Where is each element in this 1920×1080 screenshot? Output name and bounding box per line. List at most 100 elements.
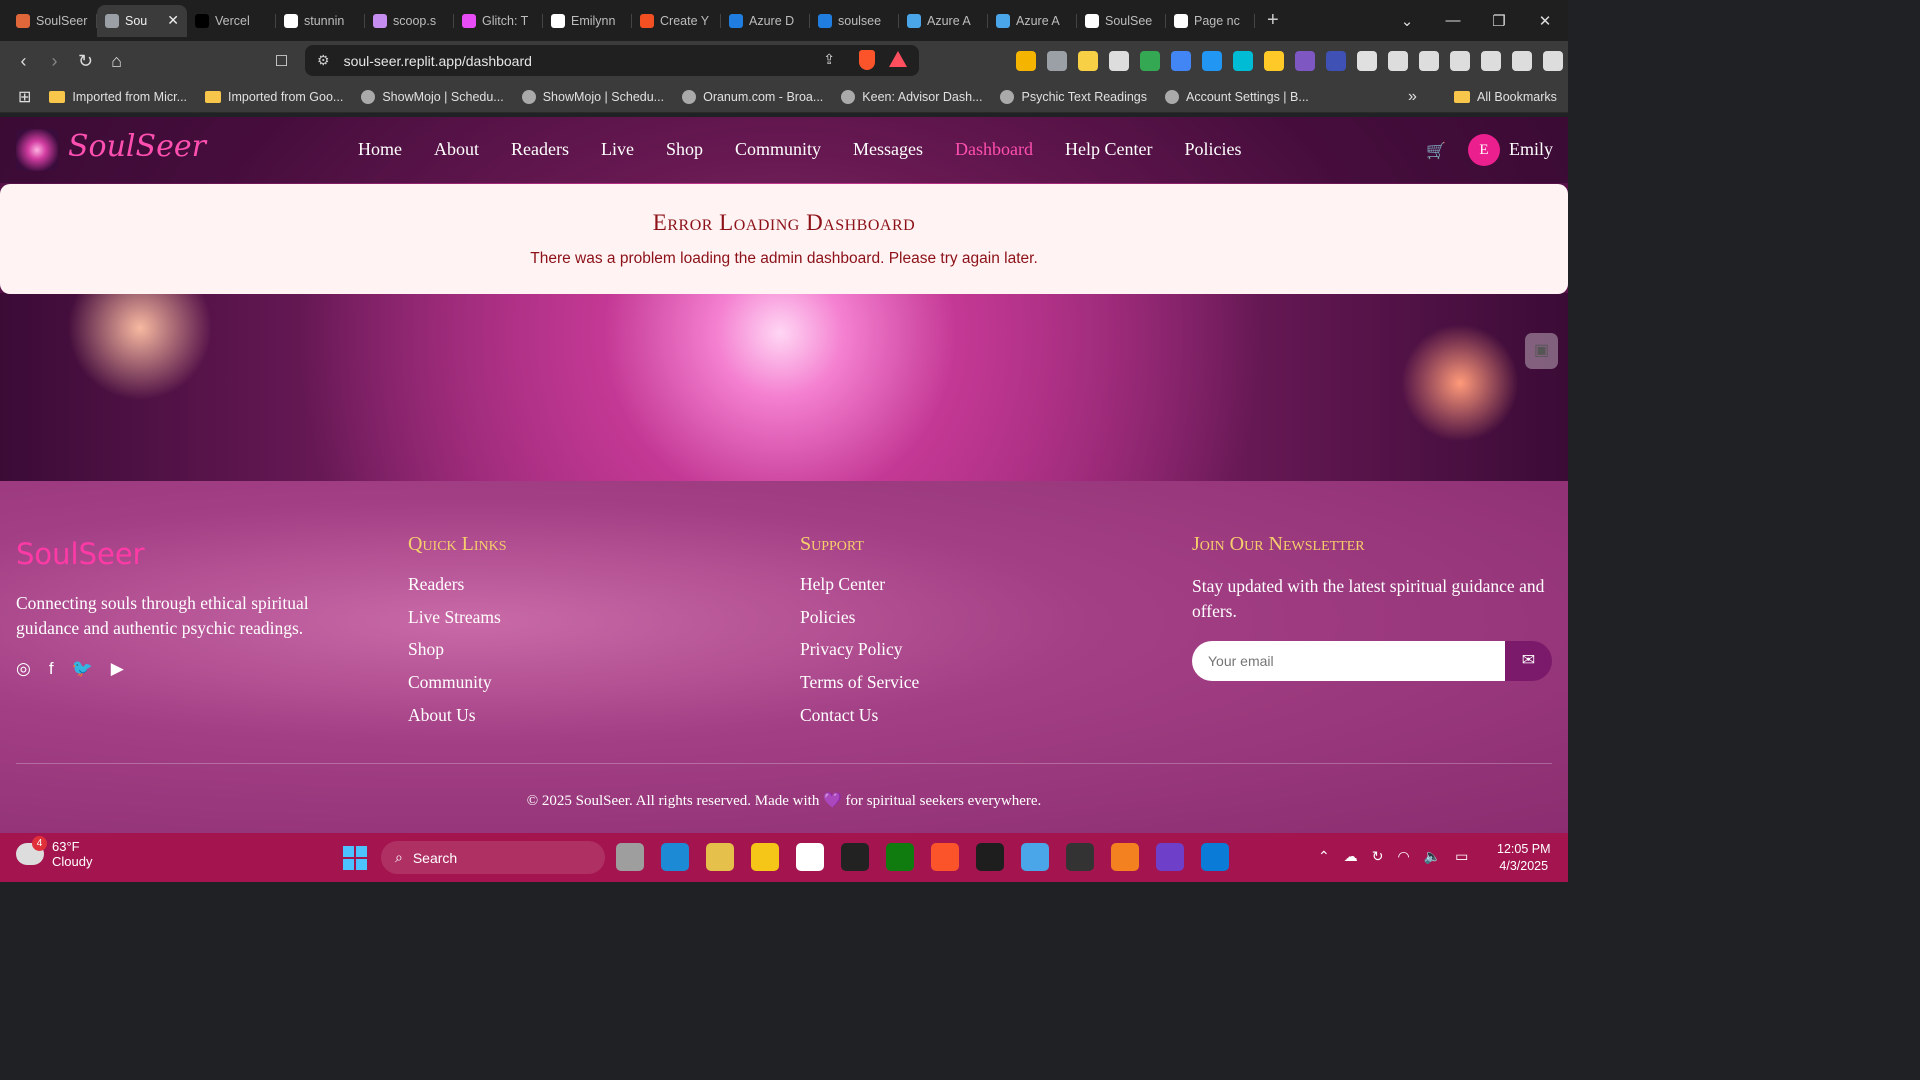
- taskbar-app-icon[interactable]: [1201, 843, 1229, 871]
- twitter-icon[interactable]: 🐦: [72, 659, 93, 679]
- chevron-up-icon[interactable]: ⌃: [1318, 848, 1330, 865]
- start-button[interactable]: [343, 846, 367, 870]
- username[interactable]: Emily: [1509, 139, 1553, 160]
- extension-icon[interactable]: [1326, 51, 1346, 71]
- browser-tab[interactable]: SoulSeer: [8, 5, 97, 37]
- browser-tab[interactable]: Azure D: [721, 5, 810, 37]
- taskbar-app-icon[interactable]: [661, 843, 689, 871]
- extension-icon[interactable]: [1171, 51, 1191, 71]
- extension-icon[interactable]: [1109, 51, 1129, 71]
- browser-tab[interactable]: stunnin: [276, 5, 365, 37]
- taskbar-app-icon[interactable]: [796, 843, 824, 871]
- clock[interactable]: 12:05 PM 4/3/2025: [1497, 841, 1551, 875]
- forward-button[interactable]: ›: [39, 51, 70, 72]
- bookmark-page-icon[interactable]: ☐: [266, 52, 297, 70]
- extension-icon[interactable]: [1388, 51, 1408, 71]
- extension-icon[interactable]: [1233, 51, 1253, 71]
- extension-icon[interactable]: [1016, 51, 1036, 71]
- taskbar-app-icon[interactable]: [1156, 843, 1184, 871]
- extension-icon[interactable]: [1419, 51, 1439, 71]
- taskbar-app-icon[interactable]: [886, 843, 914, 871]
- taskbar-search[interactable]: ⌕ Search: [381, 841, 605, 874]
- footer-link[interactable]: About Us: [408, 705, 507, 738]
- footer-link[interactable]: Terms of Service: [800, 672, 919, 705]
- browser-tab[interactable]: Azure A: [899, 5, 988, 37]
- youtube-icon[interactable]: ▶: [111, 659, 124, 679]
- apps-icon[interactable]: ⊞: [18, 87, 31, 107]
- facebook-icon[interactable]: f: [49, 659, 54, 679]
- browser-tab[interactable]: Azure A: [988, 5, 1077, 37]
- taskbar-app-icon[interactable]: [931, 843, 959, 871]
- bookmark-item[interactable]: Oranum.com - Broa...: [682, 89, 823, 104]
- browser-tab[interactable]: Sou ✕: [97, 4, 187, 37]
- tab-list-icon[interactable]: ⌄: [1384, 12, 1430, 30]
- browser-tab[interactable]: scoop.s: [365, 5, 454, 37]
- reload-button[interactable]: ↻: [70, 51, 101, 72]
- nav-community[interactable]: Community: [735, 139, 821, 160]
- url-text[interactable]: soul-seer.replit.app/dashboard: [344, 53, 532, 69]
- taskbar-app-icon[interactable]: [706, 843, 734, 871]
- nav-live[interactable]: Live: [601, 139, 634, 160]
- taskbar-app-icon[interactable]: [1066, 843, 1094, 871]
- browser-tab[interactable]: soulsee: [810, 5, 899, 37]
- home-button[interactable]: ⌂: [101, 51, 132, 72]
- bookmark-item[interactable]: Imported from Goo...: [205, 90, 343, 104]
- extension-icon[interactable]: [1295, 51, 1315, 71]
- newsletter-email-input[interactable]: [1192, 641, 1505, 681]
- taskbar-app-icon[interactable]: [1111, 843, 1139, 871]
- more-bookmarks-icon[interactable]: »: [1408, 88, 1417, 106]
- volume-icon[interactable]: 🔈: [1424, 848, 1441, 865]
- bookmark-item[interactable]: ShowMojo | Schedu...: [361, 89, 504, 104]
- browser-tab[interactable]: Glitch: T: [454, 5, 543, 37]
- onedrive-icon[interactable]: ☁: [1344, 848, 1358, 865]
- extension-icon[interactable]: [1047, 51, 1067, 71]
- nav-dashboard[interactable]: Dashboard: [955, 139, 1033, 160]
- site-info-icon[interactable]: ⚙: [317, 52, 330, 69]
- chat-widget-icon[interactable]: ▣: [1525, 333, 1558, 369]
- restore-button[interactable]: ❐: [1476, 12, 1522, 30]
- wifi-icon[interactable]: ◠: [1397, 848, 1409, 865]
- extension-icon[interactable]: [1450, 51, 1470, 71]
- taskbar-app-icon[interactable]: [841, 843, 869, 871]
- bookmark-item[interactable]: Imported from Micr...: [49, 90, 187, 104]
- battery-icon[interactable]: ▭: [1455, 848, 1468, 865]
- footer-link[interactable]: Live Streams: [408, 607, 507, 640]
- weather-widget[interactable]: 4 63°F Cloudy: [16, 836, 92, 869]
- nav-messages[interactable]: Messages: [853, 139, 923, 160]
- brave-rewards-icon[interactable]: [889, 51, 907, 67]
- close-tab-icon[interactable]: ✕: [167, 12, 179, 29]
- extension-icon[interactable]: [1202, 51, 1222, 71]
- extension-icon[interactable]: [1078, 51, 1098, 71]
- back-button[interactable]: ‹: [8, 51, 39, 72]
- share-icon[interactable]: ⇪: [823, 51, 835, 68]
- brave-shields-icon[interactable]: [859, 50, 875, 70]
- avatar[interactable]: E: [1468, 134, 1500, 166]
- newsletter-submit-button[interactable]: ✉: [1505, 641, 1552, 681]
- footer-link[interactable]: Community: [408, 672, 507, 705]
- nav-shop[interactable]: Shop: [666, 139, 703, 160]
- extension-icon[interactable]: [1543, 51, 1563, 71]
- bookmark-item[interactable]: ShowMojo | Schedu...: [521, 89, 664, 104]
- bookmark-item[interactable]: Account Settings | B...: [1165, 89, 1309, 104]
- logo-image[interactable]: [16, 129, 58, 171]
- nav-home[interactable]: Home: [358, 139, 402, 160]
- nav-help-center[interactable]: Help Center: [1065, 139, 1152, 160]
- close-window-button[interactable]: ✕: [1522, 12, 1568, 30]
- browser-tab[interactable]: SoulSee: [1077, 5, 1166, 37]
- footer-link[interactable]: Contact Us: [800, 705, 919, 738]
- minimize-button[interactable]: —: [1430, 12, 1476, 29]
- nav-about[interactable]: About: [434, 139, 479, 160]
- footer-link[interactable]: Privacy Policy: [800, 639, 919, 672]
- taskbar-app-icon[interactable]: [1021, 843, 1049, 871]
- browser-tab[interactable]: Page nc: [1166, 5, 1255, 37]
- footer-link[interactable]: Help Center: [800, 574, 919, 607]
- taskbar-app-icon[interactable]: [616, 843, 644, 871]
- taskbar-app-icon[interactable]: [976, 843, 1004, 871]
- extension-icon[interactable]: [1512, 51, 1532, 71]
- extension-icon[interactable]: [1264, 51, 1284, 71]
- footer-link[interactable]: Shop: [408, 639, 507, 672]
- sync-icon[interactable]: ↻: [1372, 848, 1384, 865]
- bookmark-item[interactable]: Psychic Text Readings: [1000, 89, 1147, 104]
- nav-policies[interactable]: Policies: [1184, 139, 1241, 160]
- cart-icon[interactable]: 🛒: [1426, 141, 1446, 161]
